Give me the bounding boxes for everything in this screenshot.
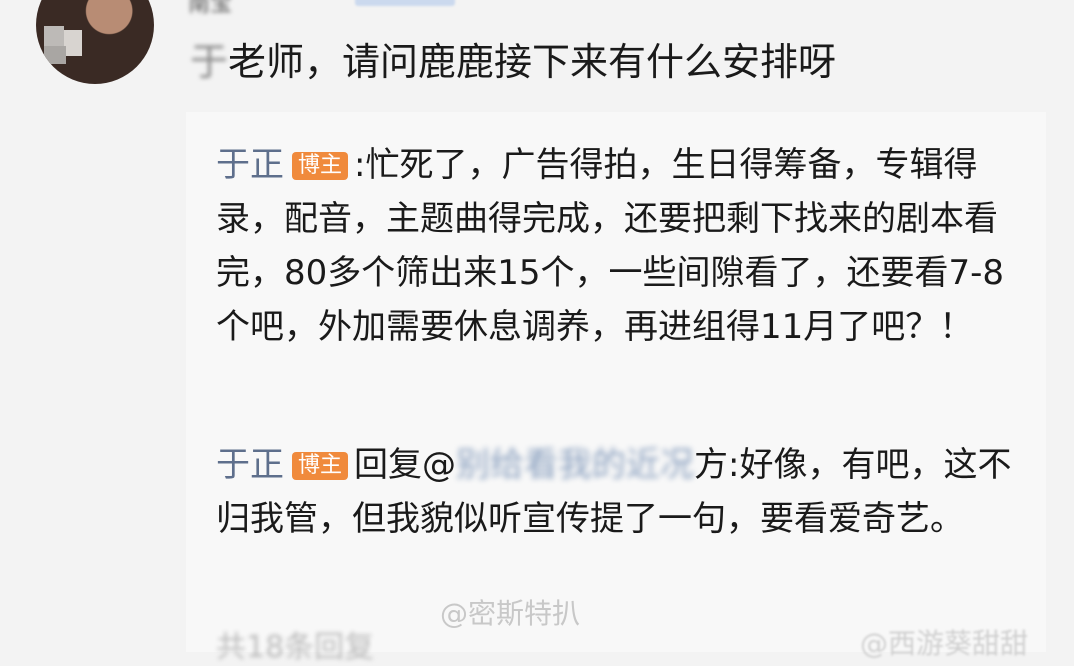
user-badge — [355, 0, 455, 6]
comment-question: 老师，请问鹿鹿接下来有什么安排呀 — [228, 40, 837, 84]
comment-text: 于老师，请问鹿鹿接下来有什么安排呀 — [190, 36, 836, 88]
watermark-secondary: @西游葵甜甜 — [860, 627, 1029, 660]
avatar-mosaic — [64, 30, 82, 56]
commenter-username[interactable]: 南宝 — [188, 0, 232, 18]
more-replies-link[interactable]: 共18条回复 — [216, 622, 374, 666]
reply-item: 于正 博主 回复@别给看我的近况方:好像，有吧，这不归我管，但我貌似听宣传提了一句，… — [216, 438, 1016, 546]
reply-author[interactable]: 于正 — [216, 445, 284, 485]
avatar-mosaic — [44, 46, 66, 64]
reply-prefix: 回复@ — [354, 445, 457, 485]
watermark: @密斯特扒 — [440, 597, 581, 630]
host-badge: 博主 — [292, 452, 349, 480]
reply-target-blurred[interactable]: 别给看我的近况 — [456, 438, 694, 492]
reply-item: 于正 博主:忙死了，广告得拍，生日得筹备，专辑得录，配音，主题曲得完成，还要把剩下… — [216, 138, 1016, 354]
host-badge: 博主 — [292, 152, 349, 180]
reply-author[interactable]: 于正 — [216, 145, 284, 185]
comment-blurred-prefix: 于 — [190, 40, 229, 84]
avatar-mosaic — [44, 26, 64, 46]
reply-separator: : — [354, 145, 366, 185]
reply-target-suffix: 方: — [694, 445, 740, 485]
avatar[interactable] — [36, 0, 154, 84]
